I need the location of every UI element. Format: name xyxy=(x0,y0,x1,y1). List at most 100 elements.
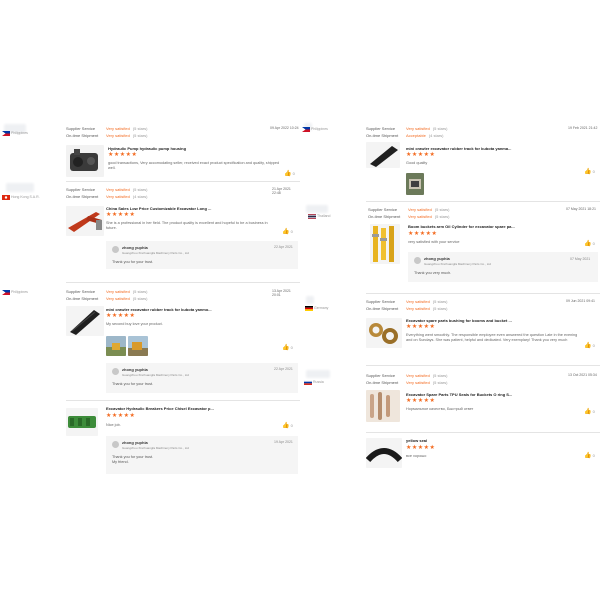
review-text: все хорошо xyxy=(406,454,427,458)
product-thumbnail[interactable] xyxy=(66,206,104,236)
review-photo[interactable] xyxy=(406,173,424,195)
rating-ontime-shipment: On-time Shipment Very satisfied (5 stars) xyxy=(368,214,450,219)
product-name-link[interactable]: Excavator Spare Parts TPU Seals for Buck… xyxy=(406,392,590,397)
product-thumbnail[interactable] xyxy=(366,390,400,422)
reviewer-avatar xyxy=(306,205,328,213)
review-date: 19 Feb 2021 21:42 xyxy=(568,126,598,130)
product-thumbnail[interactable] xyxy=(366,438,402,468)
like-button[interactable]: 👍 0 xyxy=(584,408,595,415)
thumbs-up-icon: 👍 xyxy=(584,453,592,459)
rating-ontime-shipment: On-time Shipment Very satisfied (5 stars) xyxy=(366,306,448,311)
review-text: She is a professional in her field. The … xyxy=(106,221,268,230)
philippines-flag-icon xyxy=(2,131,10,136)
review-star-rating: ★★★★★ xyxy=(406,398,436,404)
review-star-rating: ★★★★★ xyxy=(406,152,436,158)
supplier-company: Guangzhou Xinchuangfa Machinery Parts Co… xyxy=(122,251,189,255)
supplier-name: zhong yuphia xyxy=(122,245,148,250)
product-name-link[interactable]: Excavator Hydraulic Breakers Price Chise… xyxy=(106,406,290,411)
reply-date: 22 Apr 2021 xyxy=(274,245,293,249)
product-thumbnail[interactable] xyxy=(66,408,98,436)
russia-flag-icon xyxy=(304,380,312,385)
review-star-rating: ★★★★★ xyxy=(108,152,138,158)
review-photo[interactable] xyxy=(128,336,148,356)
supplier-company: Guangzhou Xinchuangfa Machinery Parts Co… xyxy=(122,446,189,450)
review-text: Nice job. xyxy=(106,423,121,427)
germany-flag-icon xyxy=(305,306,313,311)
supplier-name: zhong yuphia xyxy=(122,440,148,445)
rating-ontime-shipment: On-time Shipment Acceptable (4 stars) xyxy=(366,133,444,138)
product-thumbnail[interactable] xyxy=(66,145,104,177)
reply-date: 19 Apr 2021 xyxy=(274,440,293,444)
review-card: Hong Kong S.A.R. Supplier Service Very sa… xyxy=(0,182,300,282)
review-divider xyxy=(66,282,300,283)
product-name-link[interactable]: yellow seal xyxy=(406,438,590,443)
philippines-flag-icon xyxy=(2,290,10,295)
supplier-avatar xyxy=(414,257,421,264)
review-card: Russia Supplier Service Very satisfied (5 … xyxy=(300,368,600,434)
review-divider xyxy=(366,365,600,366)
product-name-link[interactable]: Hydraulic Pump hydraulic pump housing xyxy=(108,146,288,151)
thumbs-up-icon: 👍 xyxy=(282,229,290,235)
like-button[interactable]: 👍 0 xyxy=(282,422,293,429)
rating-supplier-service: Supplier Service Very satisfied (5 stars) xyxy=(366,373,448,378)
product-name-link[interactable]: China Sales Low Price Customizable Excav… xyxy=(106,206,290,211)
review-card: Philippines Supplier Service Very satisfi… xyxy=(300,120,600,200)
product-thumbnail[interactable] xyxy=(370,224,400,264)
review-card: Philippines Supplier Service Very satisfi… xyxy=(0,120,300,182)
rating-supplier-service: Supplier Service Very satisfied (5 stars) xyxy=(66,126,148,131)
supplier-company: Guangzhou Xinchuangfa Machinery Parts Co… xyxy=(122,373,189,377)
like-button[interactable]: 👍 0 xyxy=(282,228,293,235)
reviewer-country: Hong Kong S.A.R. xyxy=(11,195,40,199)
like-button[interactable]: 👍 0 xyxy=(284,170,295,177)
reply-text: Thank you for your trust. xyxy=(112,382,154,386)
reviews-column-left: Philippines Supplier Service Very satisfi… xyxy=(0,0,300,600)
product-thumbnail[interactable] xyxy=(366,142,400,168)
review-text: very satisfied with your service xyxy=(408,240,460,244)
product-thumbnail[interactable] xyxy=(66,306,104,336)
product-name-link[interactable]: mini crawler excavator rubber track for … xyxy=(406,146,590,151)
reply-date: 07 May 2021 xyxy=(570,257,591,261)
review-card: Excavator Hydraulic Breakers Price Chise… xyxy=(0,402,300,482)
thumbs-up-icon: 👍 xyxy=(584,343,592,349)
review-star-rating: ★★★★★ xyxy=(106,313,136,319)
reviewer-country: Philippines xyxy=(11,131,28,135)
thumbs-up-icon: 👍 xyxy=(282,345,290,351)
supplier-avatar xyxy=(112,246,119,253)
review-date: 13 Oct 2021 05:34 xyxy=(568,373,597,377)
like-button[interactable]: 👍 0 xyxy=(584,342,595,349)
like-button[interactable]: 👍 0 xyxy=(584,240,595,247)
review-divider xyxy=(66,400,300,401)
rating-ontime-shipment: On-time Shipment Very satisfied (5 stars) xyxy=(366,380,448,385)
review-card: Thailand Supplier Service Very satisfied(… xyxy=(300,202,600,292)
like-button[interactable]: 👍 0 xyxy=(584,168,595,175)
reviewer-avatar xyxy=(306,370,330,378)
reply-date: 22 Apr 2021 xyxy=(274,367,293,371)
thumbs-up-icon: 👍 xyxy=(584,169,592,175)
review-star-rating: ★★★★★ xyxy=(406,324,436,330)
review-text: good transactions, Very accomodating sel… xyxy=(108,161,280,170)
reply-text: Thank you very much. xyxy=(414,271,452,275)
review-photo[interactable] xyxy=(106,336,126,356)
supplier-name: zhong yuphia xyxy=(122,367,148,372)
review-star-rating: ★★★★★ xyxy=(106,212,136,218)
product-name-link[interactable]: Excavator spare parts bushing for booms … xyxy=(406,318,590,323)
review-star-rating: ★★★★★ xyxy=(406,445,436,451)
review-date: 21 Apr 2021 22:48 xyxy=(272,187,291,195)
review-date: 09 Jun 2021 09:41 xyxy=(566,299,595,303)
like-button[interactable]: 👍 0 xyxy=(282,344,293,351)
rating-ontime-shipment: On-time Shipment Very satisfied (5 stars) xyxy=(66,133,148,138)
review-text: Нормальное качество, Быстрый ответ xyxy=(406,407,474,411)
product-name-link[interactable]: mini crawler excavator rubber track for … xyxy=(106,307,290,312)
supplier-avatar xyxy=(112,368,119,375)
thailand-flag-icon xyxy=(308,214,316,219)
reply-text: Thank you for your trust. My friend. xyxy=(112,455,154,464)
review-card: yellow seal ★★★★★ все хорошо 👍 0 xyxy=(300,434,600,474)
product-name-link[interactable]: Boom buckets arm Oil Cylinder for excava… xyxy=(408,224,590,229)
rating-supplier-service: Supplier Service Very satisfied (5 stars) xyxy=(368,207,450,212)
reviewer-country: Philippines xyxy=(11,290,28,294)
reviewer-country: Russia xyxy=(313,380,324,384)
product-thumbnail[interactable] xyxy=(366,318,402,348)
review-star-rating: ★★★★★ xyxy=(408,231,438,237)
like-button[interactable]: 👍 0 xyxy=(584,452,595,459)
supplier-company: Guangzhou Xinchuangfa Machinery Parts Co… xyxy=(424,262,491,266)
